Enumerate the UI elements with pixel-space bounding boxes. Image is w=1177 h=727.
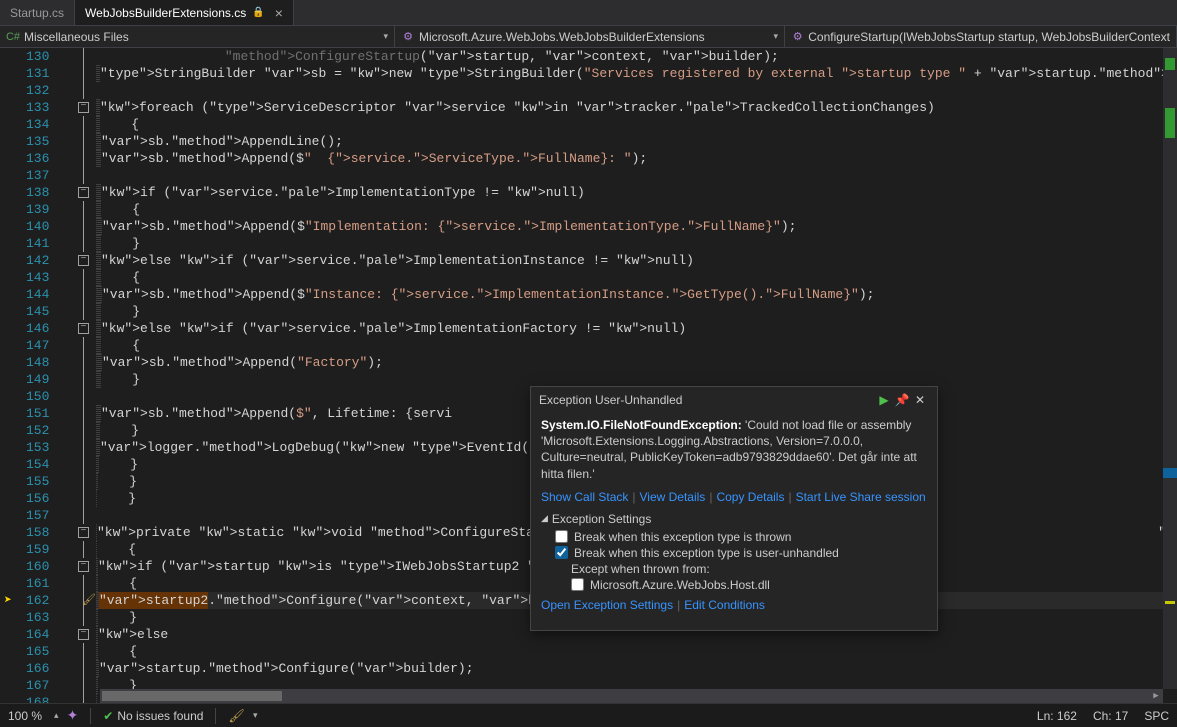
horizontal-scrollbar[interactable]: ◀ ▶ (100, 689, 1163, 703)
close-icon[interactable]: ✕ (911, 393, 929, 407)
scroll-right-icon[interactable]: ▶ (1149, 689, 1163, 703)
nav-scope[interactable]: C# Miscellaneous Files ▾ (0, 26, 395, 47)
edit-conditions-link[interactable]: Edit Conditions (684, 598, 765, 612)
tab-label: Startup.cs (10, 6, 64, 20)
start-live-share-link[interactable]: Start Live Share session (796, 490, 926, 504)
status-bar: 100 % ▴ ✦ ✔ No issues found 🖌 ▾ Ln: 162 … (0, 703, 1177, 727)
csharp-icon: C# (6, 30, 20, 44)
check-icon: ✔ (103, 709, 113, 723)
nav-member[interactable]: ⚙ ConfigureStartup(IWebJobsStartup start… (785, 26, 1177, 47)
lock-icon: 🔒 (252, 7, 264, 18)
close-icon[interactable]: × (275, 5, 283, 21)
exception-settings-links: Open Exception Settings|Edit Conditions (541, 598, 927, 612)
method-icon: ⚙ (401, 30, 415, 44)
exception-title: Exception User-Unhandled (539, 393, 875, 407)
line-number-gutter: 1301311321331341351361371381391401411421… (26, 48, 76, 703)
except-module-checkbox[interactable]: Microsoft.Azure.WebJobs.Host.dll (571, 578, 927, 592)
tab-startup-cs[interactable]: Startup.cs (0, 0, 75, 25)
line-indicator[interactable]: Ln: 162 (1037, 709, 1077, 723)
chevron-down-icon[interactable]: ▾ (773, 31, 778, 42)
document-tabs: Startup.cs WebJobsBuilderExtensions.cs 🔒… (0, 0, 1177, 26)
continue-icon[interactable]: ▶ (875, 393, 893, 407)
scrollbar-thumb[interactable] (102, 691, 282, 701)
cleanup-icon[interactable]: 🖌 (228, 708, 245, 724)
break-thrown-checkbox[interactable]: Break when this exception type is thrown (555, 530, 927, 544)
exception-helper-popup: Exception User-Unhandled ▶ 📌 ✕ System.IO… (530, 386, 938, 631)
show-call-stack-link[interactable]: Show Call Stack (541, 490, 628, 504)
code-editor[interactable]: ➤ 13013113213313413513613713813914014114… (0, 48, 1177, 703)
char-indicator[interactable]: Ch: 17 (1093, 709, 1128, 723)
copy-details-link[interactable]: Copy Details (716, 490, 784, 504)
tab-label: WebJobsBuilderExtensions.cs (85, 6, 246, 20)
method-icon: ⚙ (791, 30, 804, 44)
zoom-level[interactable]: 100 % (8, 709, 42, 723)
exception-actions: Show Call Stack|View Details|Copy Detail… (541, 490, 927, 504)
pin-icon[interactable]: 📌 (893, 393, 911, 407)
nav-scope-label: Miscellaneous Files (24, 30, 129, 44)
nav-type-label: Microsoft.Azure.WebJobs.WebJobsBuilderEx… (419, 30, 705, 44)
exception-settings-header[interactable]: ◢ Exception Settings (541, 512, 927, 526)
error-status[interactable]: ✔ No issues found (103, 709, 203, 723)
zoom-chevron-icon[interactable]: ▴ (54, 710, 59, 721)
vertical-scrollbar[interactable] (1163, 48, 1177, 689)
issues-label: No issues found (117, 709, 203, 723)
chevron-down-icon[interactable]: ▾ (383, 31, 388, 42)
open-exception-settings-link[interactable]: Open Exception Settings (541, 598, 673, 612)
nav-member-label: ConfigureStartup(IWebJobsStartup startup… (808, 30, 1170, 44)
spaces-indicator[interactable]: SPC (1144, 709, 1169, 723)
tab-webjobsbuilderextensions[interactable]: WebJobsBuilderExtensions.cs 🔒 × (75, 0, 294, 25)
intellicode-icon[interactable]: ✦ (67, 707, 79, 724)
exception-title-bar: Exception User-Unhandled ▶ 📌 ✕ (531, 387, 937, 413)
except-when-label: Except when thrown from: (571, 562, 927, 576)
navigation-bar: C# Miscellaneous Files ▾ ⚙ Microsoft.Azu… (0, 26, 1177, 48)
nav-type[interactable]: ⚙ Microsoft.Azure.WebJobs.WebJobsBuilder… (395, 26, 785, 47)
break-user-unhandled-checkbox[interactable]: Break when this exception type is user-u… (555, 546, 927, 560)
view-details-link[interactable]: View Details (640, 490, 706, 504)
expand-icon: ◢ (541, 513, 548, 524)
exception-message: System.IO.FileNotFoundException: 'Could … (541, 417, 927, 482)
